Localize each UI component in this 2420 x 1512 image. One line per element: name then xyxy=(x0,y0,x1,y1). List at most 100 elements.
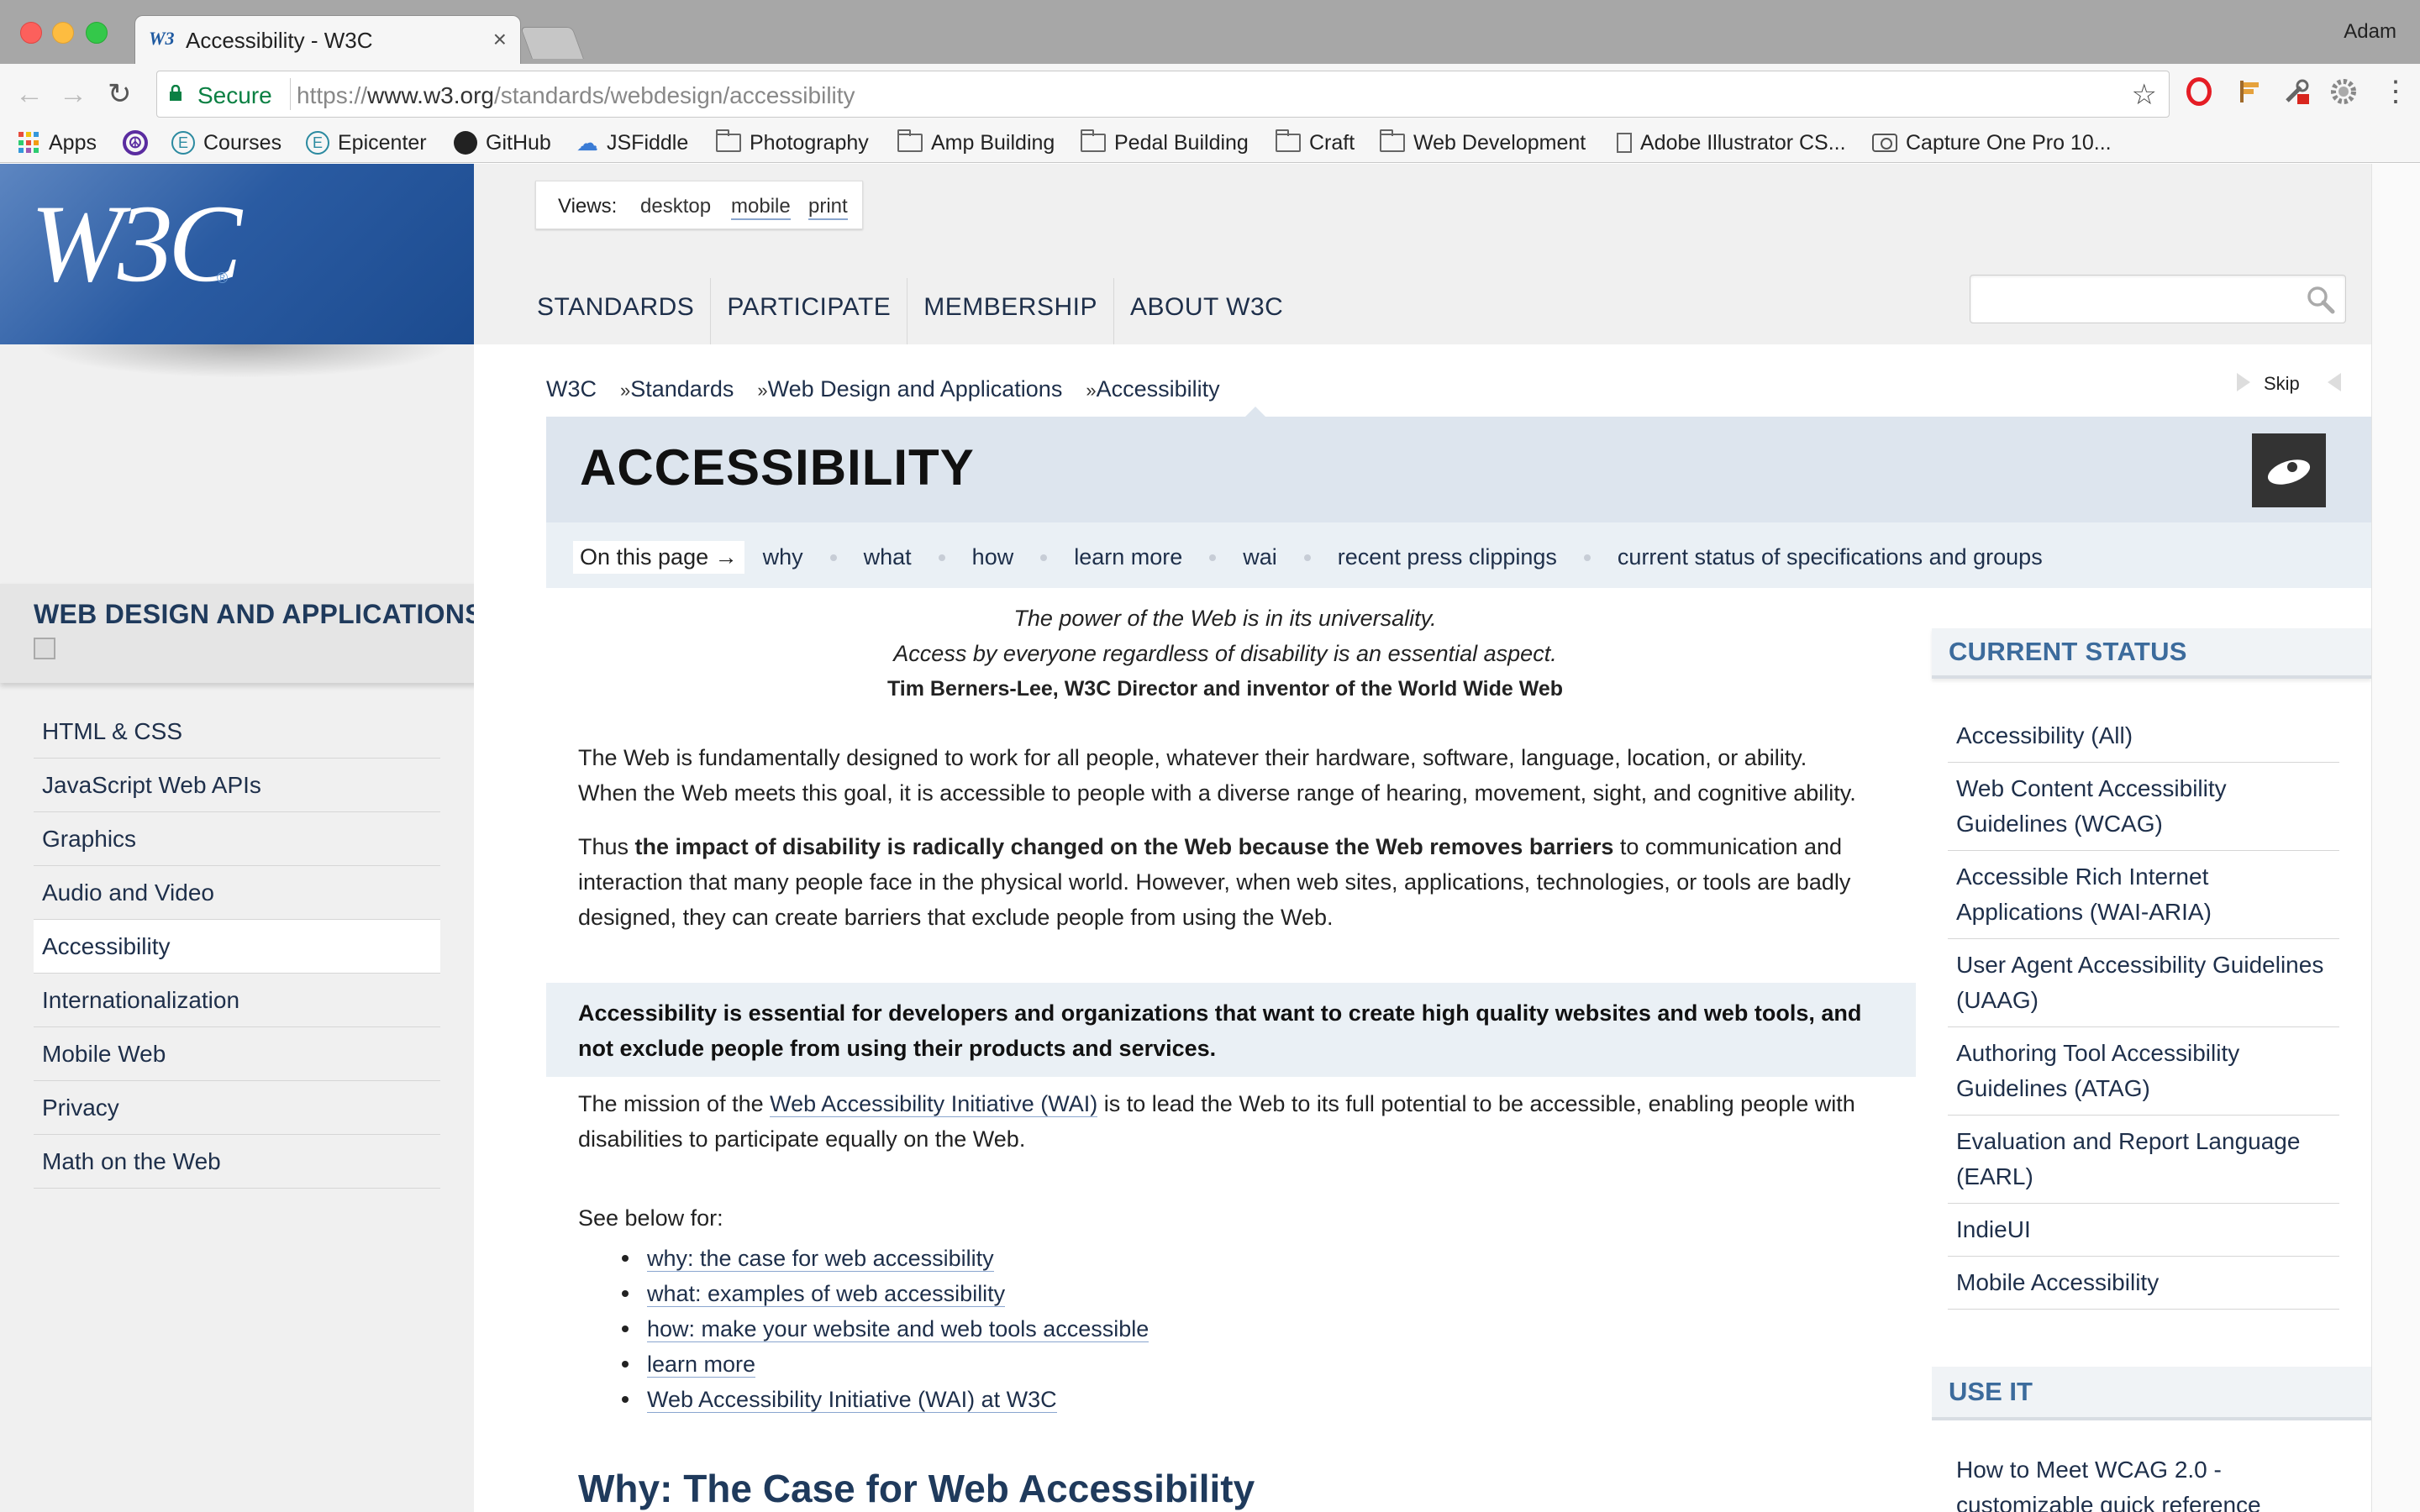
bookmark-github[interactable]: GitHub xyxy=(454,128,551,158)
separator-dot xyxy=(1209,554,1217,561)
bookmark-courses[interactable]: E Courses xyxy=(171,128,281,158)
sidebar-item-math-on-the-web[interactable]: Math on the Web xyxy=(34,1135,440,1189)
nav-participate[interactable]: PARTICIPATE xyxy=(711,278,908,345)
section-title[interactable]: WEB DESIGN AND APPLICATIONS xyxy=(34,599,483,630)
reload-icon[interactable]: ↻ xyxy=(108,77,132,111)
list-item: Web Accessibility Initiative (WAI) at W3… xyxy=(621,1382,1149,1417)
see-below-label: See below for: xyxy=(578,1205,723,1231)
what-link[interactable]: what: examples of web accessibility xyxy=(647,1281,1006,1307)
bookmark-capture-one[interactable]: Capture One Pro 10... xyxy=(1872,128,2112,158)
nav-membership[interactable]: MEMBERSHIP xyxy=(908,278,1114,345)
status-item-wcag[interactable]: Web Content Accessibility Guidelines (WC… xyxy=(1948,763,2339,851)
sidebar-item-html-css[interactable]: HTML & CSS xyxy=(34,705,440,759)
forward-arrow-icon[interactable]: → xyxy=(59,77,87,111)
bookmark-epicenter[interactable]: E Epicenter xyxy=(306,128,427,158)
bookmark-web-development[interactable]: Web Development xyxy=(1380,128,1586,158)
status-item-uaag[interactable]: User Agent Accessibility Guidelines (UAA… xyxy=(1948,939,2339,1027)
use-it-item[interactable]: How to Meet WCAG 2.0 - customizable quic… xyxy=(1956,1452,2343,1512)
onpage-link-why[interactable]: why xyxy=(763,544,803,570)
onpage-link-what[interactable]: what xyxy=(864,544,912,570)
bookmark-craft[interactable]: Craft xyxy=(1276,128,1355,158)
sidebar-item-internationalization[interactable]: Internationalization xyxy=(34,974,440,1027)
url-path: /standards/webdesign/accessibility xyxy=(493,82,855,108)
camera-icon xyxy=(1872,134,1897,152)
page-scrollbar[interactable] xyxy=(2371,164,2420,1512)
separator-dot xyxy=(1303,554,1311,561)
bookmark-label: Adobe Illustrator CS... xyxy=(1640,130,1846,155)
sidebar-item-privacy[interactable]: Privacy xyxy=(34,1081,440,1135)
view-print-link[interactable]: print xyxy=(808,195,848,220)
bookmark-label: Amp Building xyxy=(931,130,1055,155)
skip-link[interactable]: Skip xyxy=(2264,373,2300,395)
status-item-wai-aria[interactable]: Accessible Rich Internet Applications (W… xyxy=(1948,851,2339,939)
tab-close-icon[interactable]: × xyxy=(493,26,507,53)
wai-at-w3c-link[interactable]: Web Accessibility Initiative (WAI) at W3… xyxy=(647,1387,1057,1413)
breadcrumb-separator: » xyxy=(620,380,631,401)
nav-about-w3c[interactable]: ABOUT W3C xyxy=(1114,278,1299,345)
onpage-link-press-clippings[interactable]: recent press clippings xyxy=(1338,544,1557,570)
view-desktop-link[interactable]: desktop xyxy=(640,195,711,218)
tools-extension-icon[interactable] xyxy=(2282,77,2311,106)
views-switcher: Views: desktop mobile print xyxy=(535,181,863,229)
breadcrumb-w3c[interactable]: W3C xyxy=(546,376,597,402)
sidebar-item-accessibility[interactable]: Accessibility xyxy=(34,920,440,974)
window-close-button[interactable] xyxy=(20,22,42,44)
bookmark-jsfiddle[interactable]: ☁ JSFiddle xyxy=(576,128,688,158)
sidebar-item-javascript-web-apis[interactable]: JavaScript Web APIs xyxy=(34,759,440,812)
status-item-indieui[interactable]: IndieUI xyxy=(1948,1204,2339,1257)
learn-more-link[interactable]: learn more xyxy=(647,1352,756,1378)
site-search-input[interactable] xyxy=(1970,275,2346,323)
url-separator xyxy=(290,78,291,110)
w3c-logo[interactable]: W3C ® xyxy=(0,164,474,344)
bookmark-peace[interactable]: ☮ xyxy=(123,128,156,158)
nav-standards[interactable]: STANDARDS xyxy=(521,278,712,345)
bookmark-apps[interactable]: Apps xyxy=(18,128,97,158)
bookmark-amp-building[interactable]: Amp Building xyxy=(897,128,1055,158)
flag-extension-icon[interactable] xyxy=(2235,77,2264,106)
breadcrumb-web-design[interactable]: Web Design and Applications xyxy=(768,376,1063,402)
url-text[interactable]: https://www.w3.org/standards/webdesign/a… xyxy=(297,82,855,109)
separator-dot xyxy=(1583,554,1591,561)
wai-link[interactable]: Web Accessibility Initiative (WAI) xyxy=(770,1091,1098,1117)
why-link[interactable]: why: the case for web accessibility xyxy=(647,1246,994,1272)
view-mobile-link[interactable]: mobile xyxy=(731,195,791,220)
onpage-link-current-status[interactable]: current status of specifications and gro… xyxy=(1618,544,2043,570)
back-arrow-icon[interactable]: ← xyxy=(15,77,44,111)
new-tab-button[interactable] xyxy=(520,27,584,59)
bookmark-adobe-illustrator[interactable]: Adobe Illustrator CS... xyxy=(1617,128,1846,158)
skip-right-arrow-icon xyxy=(2328,373,2341,391)
search-icon[interactable] xyxy=(2305,284,2337,316)
status-item-mobile-accessibility[interactable]: Mobile Accessibility xyxy=(1948,1257,2339,1310)
main-navigation: STANDARDS PARTICIPATE MEMBERSHIP ABOUT W… xyxy=(521,278,1299,345)
status-item-earl[interactable]: Evaluation and Report Language (EARL) xyxy=(1948,1116,2339,1204)
onpage-link-wai[interactable]: wai xyxy=(1243,544,1277,570)
gear-extension-icon[interactable] xyxy=(2329,77,2358,106)
window-maximize-button[interactable] xyxy=(86,22,108,44)
list-item: how: make your website and web tools acc… xyxy=(621,1311,1150,1347)
window-minimize-button[interactable] xyxy=(52,22,74,44)
star-icon[interactable]: ☆ xyxy=(2132,78,2157,112)
separator-dot xyxy=(829,554,837,561)
current-status-header: CURRENT STATUS xyxy=(1932,628,2371,679)
breadcrumb-standards[interactable]: Standards xyxy=(630,376,734,402)
bookmark-photography[interactable]: Photography xyxy=(716,128,869,158)
bookmark-pedal-building[interactable]: Pedal Building xyxy=(1081,128,1249,158)
browser-tab-active[interactable]: W3 Accessibility - W3C × xyxy=(134,15,521,64)
page-viewport: W3C ® Views: desktop mobile print STANDA… xyxy=(0,164,2371,1512)
opera-icon[interactable] xyxy=(2186,77,2212,106)
status-item-atag[interactable]: Authoring Tool Accessibility Guidelines … xyxy=(1948,1027,2339,1116)
separator-dot xyxy=(938,554,945,561)
onpage-link-how[interactable]: how xyxy=(972,544,1014,570)
how-link[interactable]: how: make your website and web tools acc… xyxy=(647,1316,1150,1342)
kebab-menu-icon[interactable]: ⋮ xyxy=(2381,77,2410,106)
bookmark-label: Courses xyxy=(203,130,282,155)
status-item-accessibility-all[interactable]: Accessibility (All) xyxy=(1948,710,2339,763)
onpage-link-learn-more[interactable]: learn more xyxy=(1074,544,1182,570)
profile-name[interactable]: Adam xyxy=(2344,20,2396,44)
skip-left-arrow-icon xyxy=(2237,373,2250,391)
sidebar-item-mobile-web[interactable]: Mobile Web xyxy=(34,1027,440,1081)
sidebar-item-graphics[interactable]: Graphics xyxy=(34,812,440,866)
sidebar-item-audio-video[interactable]: Audio and Video xyxy=(34,866,440,920)
address-bar[interactable]: Secure https://www.w3.org/standards/webd… xyxy=(156,71,2170,118)
section-toggle-checkbox[interactable] xyxy=(34,638,55,659)
